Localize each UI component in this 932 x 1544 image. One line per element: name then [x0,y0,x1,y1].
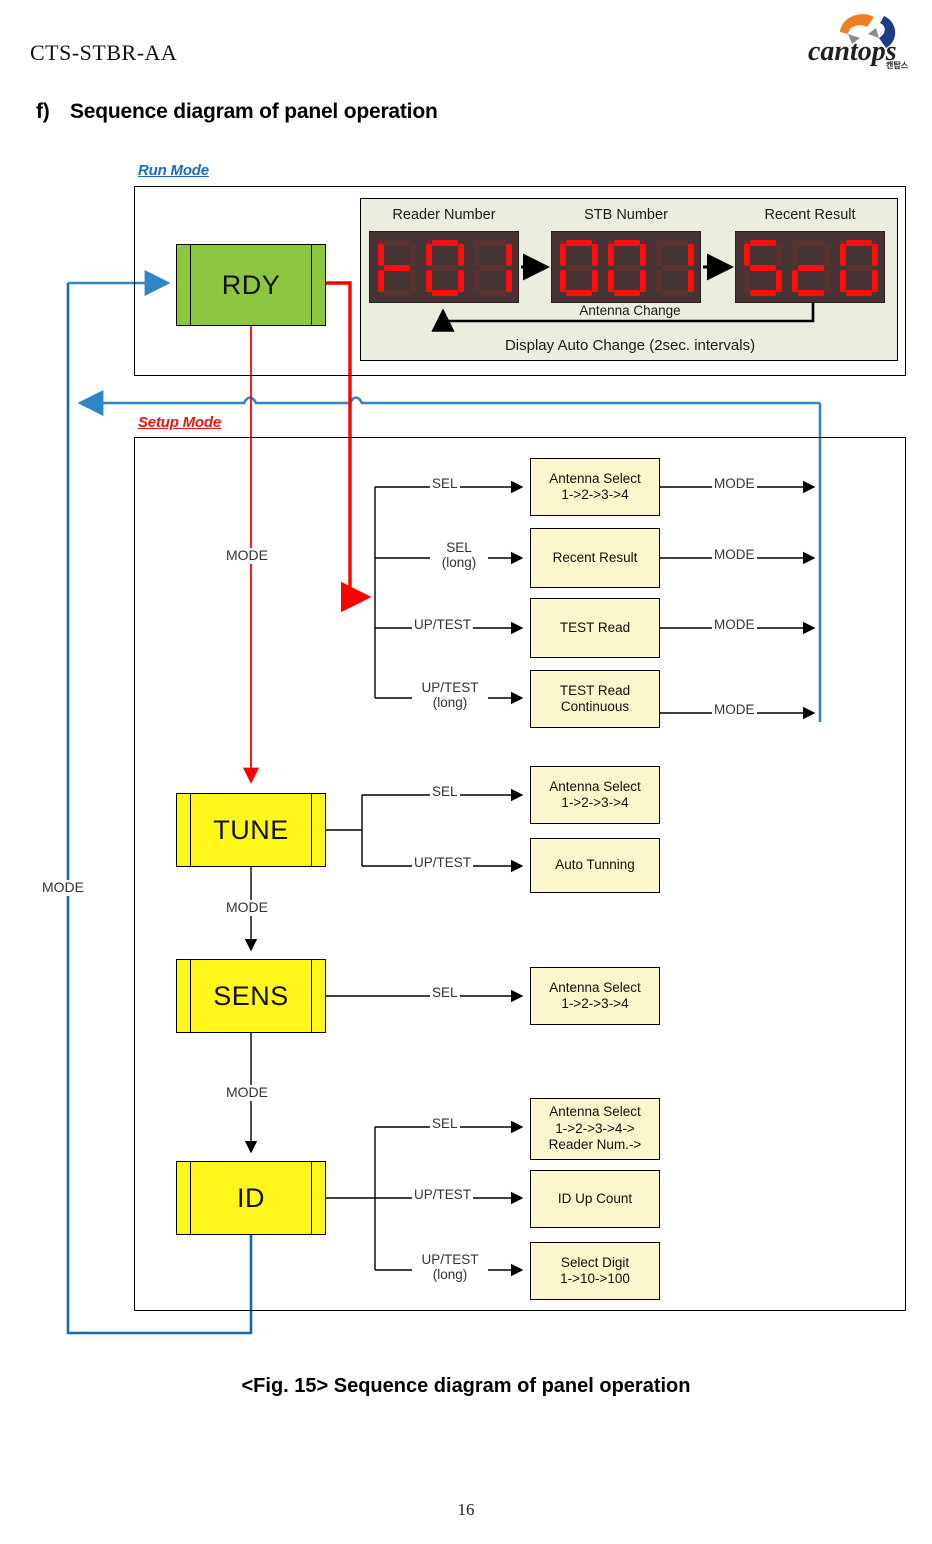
action-box-test-read[interactable]: TEST Read [530,598,660,658]
block-edge-right [310,960,312,1032]
action-box-antenna-select-tune[interactable]: Antenna Select 1->2->3->4 [530,766,660,824]
action-box-test-read-continuous[interactable]: TEST Read Continuous [530,670,660,728]
action-box-line1: Antenna Select [549,1104,641,1120]
action-box-select-digit[interactable]: Select Digit 1->10->100 [530,1242,660,1300]
action-box-antenna-select-id[interactable]: Antenna Select 1->2->3->4-> Reader Num.-… [530,1098,660,1160]
trigger-label-uptest-long: UP/TEST (long) [412,680,488,711]
action-box-antenna-select-sens[interactable]: Antenna Select 1->2->3->4 [530,967,660,1025]
trigger-main: SEL [446,540,472,555]
trigger-label-sel-long: SEL (long) [430,540,488,571]
return-mode-label: MODE [40,879,86,896]
action-box-id-up-count[interactable]: ID Up Count [530,1170,660,1228]
block-edge-left [190,245,192,325]
trigger-label-uptest-id: UP/TEST [412,1187,474,1203]
state-block-id[interactable]: ID [176,1161,326,1235]
state-block-label: ID [237,1182,265,1213]
entry-mode-label: MODE [224,547,270,564]
state-block-label: TUNE [213,814,289,845]
section-heading: f) Sequence diagram of panel operation [36,100,438,124]
action-box-line2: 1->10->100 [560,1271,630,1286]
exit-label-mode-2: MODE [712,547,757,563]
block-edge-left [190,960,192,1032]
trigger-main: UP/TEST [421,680,479,695]
action-box-line1: TEST Read [559,619,631,635]
exit-label-mode-3: MODE [712,617,757,633]
setup-mode-label: Setup Mode [138,414,221,431]
action-box-line1: Antenna Select [549,470,641,486]
svg-text:캔탑스: 캔탑스 [886,60,909,70]
state-block-rdy[interactable]: RDY [176,244,326,326]
action-box-line3: Reader Num.-> [548,1137,642,1153]
trigger-label-uptest-tune: UP/TEST [412,855,474,871]
auto-change-note: Display Auto Change (2sec. intervals) [504,337,756,354]
action-box-line2: 1->2->3->4-> [555,1120,635,1136]
trigger-sub: (long) [441,555,477,571]
trigger-label-sel-sens: SEL [430,985,460,1001]
section-marker: f) [36,100,50,123]
block-edge-right [310,794,312,866]
figure-caption: <Fig. 15> Sequence diagram of panel oper… [241,1375,691,1397]
exit-label-mode-1: MODE [712,476,757,492]
action-box-line2: 1->2->3->4 [561,996,629,1011]
trigger-label-uptest-long-id: UP/TEST (long) [412,1252,488,1283]
state-block-label: RDY [221,269,281,300]
run-mode-label: Run Mode [138,162,209,179]
trigger-label-sel-id: SEL [430,1116,460,1132]
action-box-line1: Antenna Select [549,979,641,995]
action-box-line1: Recent Result [552,549,638,565]
trigger-main: UP/TEST [421,1252,479,1267]
exit-label-mode-4: MODE [712,702,757,718]
action-box-line2: 1->2->3->4 [561,795,629,810]
action-box-line1: ID Up Count [557,1190,633,1206]
state-block-tune[interactable]: TUNE [176,793,326,867]
action-box-auto-tunning[interactable]: Auto Tunning [530,838,660,893]
svg-text:cantops: cantops [808,36,897,67]
action-box-line1: Select Digit [560,1254,630,1270]
document-code: CTS-STBR-AA [30,40,178,65]
action-box-line2: Continuous [560,699,630,714]
cantops-logo: cantops 캔탑스 [806,4,918,70]
action-box-line1: TEST Read [559,682,631,698]
state-block-sens[interactable]: SENS [176,959,326,1033]
transition-label-sens-to-id: MODE [224,1084,270,1101]
transition-label-tune-to-sens: MODE [224,899,270,916]
block-edge-left [190,794,192,866]
led-display-panel: Reader Number STB Number Recent Result A… [360,198,898,361]
trigger-sub: (long) [432,695,468,711]
state-block-label: SENS [213,980,289,1011]
trigger-sub: (long) [432,1267,468,1283]
trigger-label-sel-tune: SEL [430,784,460,800]
page-number: 16 [457,1500,475,1519]
block-edge-left [190,1162,192,1234]
section-title: Sequence diagram of panel operation [70,100,438,123]
antenna-change-label: Antenna Change [579,303,681,318]
block-edge-right [310,1162,312,1234]
block-edge-right [310,245,312,325]
action-box-line1: Auto Tunning [555,857,635,873]
action-box-recent-result[interactable]: Recent Result [530,528,660,588]
trigger-label-sel-1: SEL [430,476,460,492]
action-box-antenna-select-setup[interactable]: Antenna Select 1->2->3->4 [530,458,660,516]
trigger-label-uptest-1: UP/TEST [412,617,474,633]
action-box-line1: Antenna Select [549,778,641,794]
action-box-line2: 1->2->3->4 [561,487,629,502]
